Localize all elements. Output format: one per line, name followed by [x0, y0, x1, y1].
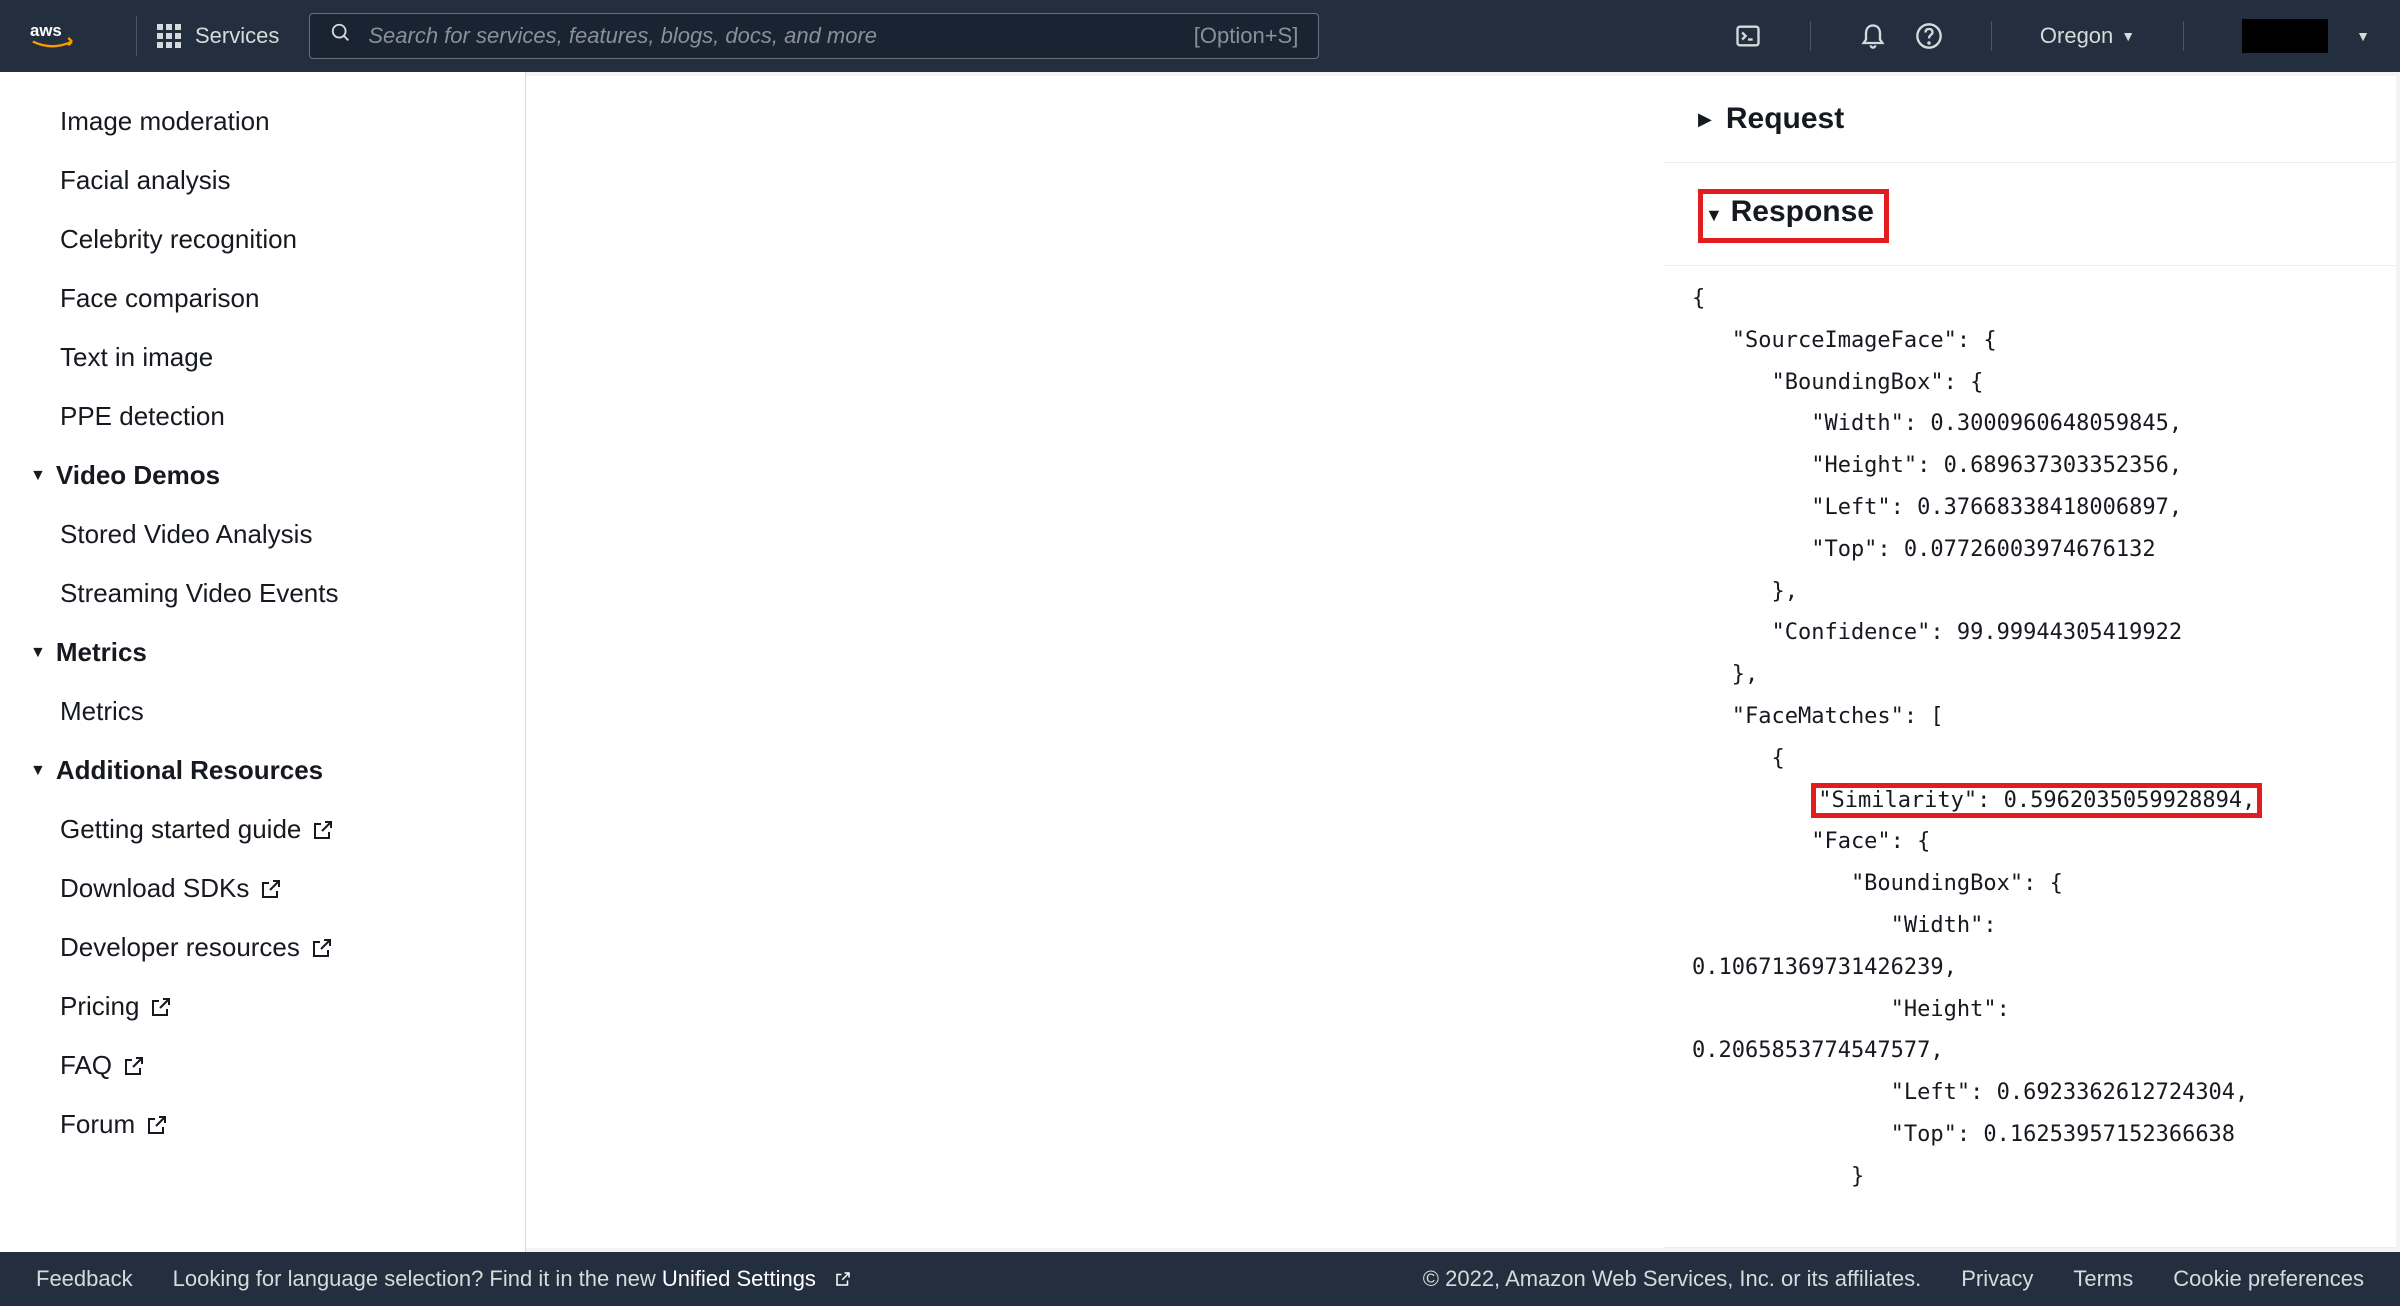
search-input[interactable]: Search for services, features, blogs, do…: [309, 13, 1319, 59]
sidebar-item-label: Image moderation: [60, 106, 270, 136]
sidebar-section-resources[interactable]: ▼ Additional Resources: [0, 741, 525, 800]
caret-down-icon[interactable]: ▼: [2356, 28, 2370, 44]
sidebar-item[interactable]: FAQ: [0, 1036, 525, 1095]
region-selector[interactable]: Oregon ▼: [2040, 23, 2135, 49]
sidebar-item[interactable]: Face comparison: [0, 269, 525, 328]
sidebar-item-label: Pricing: [60, 991, 139, 1022]
footer: Feedback Looking for language selection?…: [0, 1252, 2400, 1306]
sidebar-item[interactable]: Download SDKs: [0, 859, 525, 918]
sidebar-item[interactable]: Facial analysis: [0, 151, 525, 210]
section-label: Video Demos: [56, 460, 220, 491]
services-button[interactable]: Services: [157, 23, 279, 49]
nav-right: Oregon ▼ ▼: [1734, 19, 2370, 53]
sidebar-item-label: Getting started guide: [60, 814, 301, 845]
language-hint: Looking for language selection? Find it …: [173, 1266, 852, 1292]
cloudshell-icon: [1734, 22, 1762, 50]
nav-divider: [136, 16, 137, 56]
sidebar-item-label: Text in image: [60, 342, 213, 372]
external-icon: [834, 1270, 852, 1288]
help-button[interactable]: [1915, 22, 1943, 50]
request-section: ▶ Request: [1664, 76, 2396, 163]
sidebar: Image moderation Facial analysis Celebrity…: [0, 72, 526, 1252]
sidebar-item[interactable]: Celebrity recognition: [0, 210, 525, 269]
top-navigation: aws Services Search for services, featur…: [0, 0, 2400, 72]
sidebar-item-label: FAQ: [60, 1050, 112, 1081]
grid-icon: [157, 24, 181, 48]
bell-icon: [1859, 22, 1887, 50]
caret-down-icon: ▼: [2121, 28, 2135, 44]
terms-link[interactable]: Terms: [2073, 1266, 2133, 1292]
nav-divider: [2183, 21, 2184, 51]
footer-left: Feedback Looking for language selection?…: [36, 1266, 852, 1292]
triangle-down-icon: ▼: [30, 467, 46, 485]
sidebar-item-label: Celebrity recognition: [60, 224, 297, 254]
sidebar-section-video-demos[interactable]: ▼ Video Demos: [0, 446, 525, 505]
aws-logo[interactable]: aws: [30, 19, 86, 53]
sidebar-item-label: Forum: [60, 1109, 135, 1140]
section-label: Additional Resources: [56, 755, 323, 786]
triangle-down-icon: ▼: [30, 644, 46, 662]
main-container: Image moderation Facial analysis Celebrity…: [0, 72, 2400, 1252]
section-label: Metrics: [56, 637, 147, 668]
search-placeholder: Search for services, features, blogs, do…: [368, 23, 877, 49]
aws-logo-icon: aws: [30, 19, 86, 53]
triangle-down-icon: ▼: [30, 762, 46, 780]
region-label: Oregon: [2040, 23, 2113, 49]
sidebar-item[interactable]: Developer resources: [0, 918, 525, 977]
nav-divider: [1810, 21, 1811, 51]
sidebar-item-label: Metrics: [60, 696, 144, 726]
nav-divider: [1991, 21, 1992, 51]
content-main: [526, 76, 1664, 1248]
sidebar-item-label: PPE detection: [60, 401, 225, 431]
external-icon: [145, 1113, 169, 1137]
footer-right: © 2022, Amazon Web Services, Inc. or its…: [1423, 1266, 2364, 1292]
sidebar-item-label: Facial analysis: [60, 165, 231, 195]
search-shortcut: [Option+S]: [1194, 23, 1299, 49]
external-icon: [310, 936, 334, 960]
cloudshell-button[interactable]: [1734, 22, 1762, 50]
sidebar-item-label: Download SDKs: [60, 873, 249, 904]
sidebar-item[interactable]: Text in image: [0, 328, 525, 387]
response-highlight: ▼ Response: [1698, 189, 1889, 243]
notifications-button[interactable]: [1859, 22, 1887, 50]
response-header[interactable]: ▼ Response: [1664, 163, 2396, 243]
sidebar-item[interactable]: Streaming Video Events: [0, 564, 525, 623]
request-header[interactable]: ▶ Request: [1664, 76, 2396, 162]
account-menu[interactable]: [2242, 19, 2328, 53]
triangle-down-icon: ▼: [1705, 205, 1723, 225]
right-panel: ▶ Request ▼ Response { "SourceImageFace"…: [1664, 76, 2396, 1248]
copyright: © 2022, Amazon Web Services, Inc. or its…: [1423, 1266, 1921, 1292]
sidebar-item[interactable]: PPE detection: [0, 387, 525, 446]
triangle-right-icon: ▶: [1698, 109, 1712, 130]
services-label: Services: [195, 23, 279, 49]
response-body: { "SourceImageFace": { "BoundingBox": { …: [1664, 266, 2396, 1218]
sidebar-item-label: Streaming Video Events: [60, 578, 338, 608]
external-icon: [149, 995, 173, 1019]
privacy-link[interactable]: Privacy: [1961, 1266, 2033, 1292]
cookies-link[interactable]: Cookie preferences: [2173, 1266, 2364, 1292]
sidebar-item[interactable]: Getting started guide: [0, 800, 525, 859]
external-icon: [122, 1054, 146, 1078]
sidebar-item-label: Face comparison: [60, 283, 259, 313]
sidebar-item[interactable]: Metrics: [0, 682, 525, 741]
sidebar-item[interactable]: Image moderation: [0, 92, 525, 151]
svg-text:aws: aws: [30, 21, 62, 40]
content-area: ▶ Request ▼ Response { "SourceImageFace"…: [526, 72, 2400, 1252]
sidebar-item[interactable]: Forum: [0, 1095, 525, 1154]
feedback-link[interactable]: Feedback: [36, 1266, 133, 1292]
sidebar-item[interactable]: Pricing: [0, 977, 525, 1036]
similarity-highlight: "Similarity": 0.5962035059928894,: [1811, 783, 2262, 818]
response-section: ▼ Response { "SourceImageFace": { "Bound…: [1664, 163, 2396, 1248]
external-icon: [311, 818, 335, 842]
sidebar-item-label: Developer resources: [60, 932, 300, 963]
sidebar-section-metrics[interactable]: ▼ Metrics: [0, 623, 525, 682]
response-title: Response: [1731, 195, 1874, 228]
help-icon: [1915, 22, 1943, 50]
sidebar-item[interactable]: Stored Video Analysis: [0, 505, 525, 564]
unified-settings-link[interactable]: Unified Settings: [662, 1266, 852, 1292]
request-title: Request: [1726, 102, 1844, 136]
external-icon: [259, 877, 283, 901]
search-icon: [330, 22, 352, 50]
sidebar-item-label: Stored Video Analysis: [60, 519, 312, 549]
